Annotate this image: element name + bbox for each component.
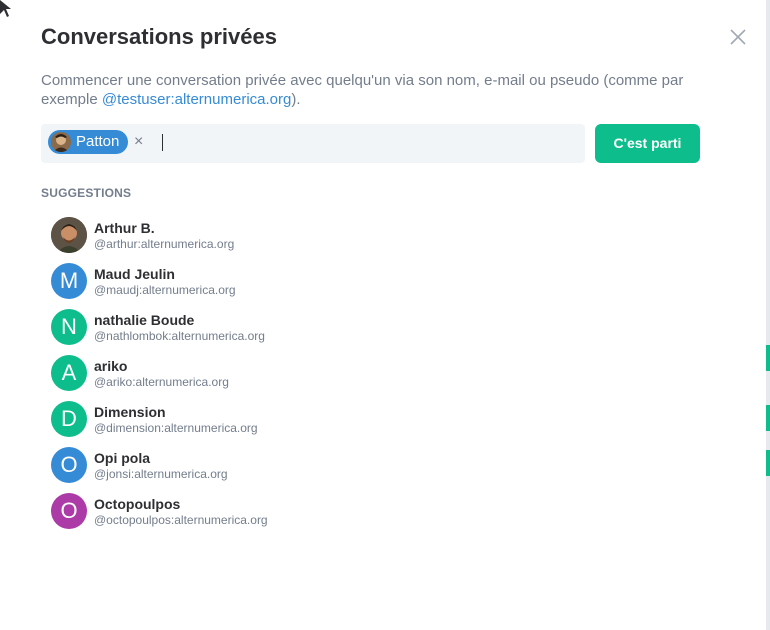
suggestion-user-id: @dimension:alternumerica.org [94, 421, 258, 435]
dialog-description: Commencer une conversation privée avec q… [41, 71, 721, 109]
suggestion-name: Dimension [94, 404, 166, 420]
dialog-title: Conversations privées [41, 24, 277, 49]
description-text-end: ). [291, 91, 301, 108]
background-edge [766, 0, 770, 630]
suggestion-user-id: @ariko:alternumerica.org [94, 375, 229, 389]
suggestion-user-id: @maudj:alternumerica.org [94, 283, 236, 297]
suggestion-name: Opi pola [94, 450, 150, 466]
suggestion-name: Octopoulpos [94, 496, 181, 512]
background-accent [766, 405, 770, 431]
example-user-link[interactable]: @testuser:alternumerica.org [102, 91, 291, 108]
background-accent [766, 345, 770, 371]
suggestion-user-id: @octopoulpos:alternumerica.org [94, 513, 268, 527]
text-caret [162, 134, 163, 151]
go-button[interactable]: C'est parti [595, 124, 700, 163]
suggestion-user-id: @nathlombok:alternumerica.org [94, 329, 265, 343]
suggestion-item[interactable]: D Dimension @dimension:alternumerica.org [51, 400, 551, 446]
pill-label: Patton [76, 133, 120, 150]
suggestion-name: Maud Jeulin [94, 266, 175, 282]
remove-icon[interactable]: × [134, 132, 143, 152]
avatar: M [51, 263, 87, 299]
avatar: O [51, 493, 87, 529]
avatar: N [51, 309, 87, 345]
avatar: A [51, 355, 87, 391]
suggestions-list: Arthur B. @arthur:alternumerica.org M Maud … [51, 216, 551, 538]
user-picker-input[interactable]: Patton × [41, 124, 585, 163]
suggestion-user-id: @arthur:alternumerica.org [94, 237, 235, 251]
suggestion-item[interactable]: Aariko @ariko:alternumerica.org [51, 354, 551, 400]
suggestion-item[interactable]: O Octopoulpos @octopoulpos:alternumerica.o… [51, 492, 551, 538]
suggestion-name: Arthur B. [94, 220, 155, 236]
suggestion-item[interactable]: O Opi pola @jonsi:alternumerica.org [51, 446, 551, 492]
suggestion-item[interactable]: Arthur B. @arthur:alternumerica.org [51, 216, 551, 262]
suggestion-item[interactable]: M Maud Jeulin @maudj:alternumerica.org [51, 262, 551, 308]
suggestions-heading: SUGGESTIONS [41, 186, 132, 200]
mouse-cursor-icon [0, 0, 11, 17]
close-icon[interactable] [728, 27, 748, 47]
avatar: D [51, 401, 87, 437]
avatar: O [51, 447, 87, 483]
background-accent [766, 450, 770, 476]
selected-user-pill[interactable]: Patton [48, 130, 129, 154]
suggestion-name: nathalie Boude [94, 312, 195, 328]
dm-dialog: Conversations privées Commencer une conv… [0, 0, 766, 630]
suggestion-item[interactable]: Nnathalie Boude @nathlombok:alternumerica… [51, 308, 551, 354]
suggestion-name: ariko [94, 358, 128, 374]
suggestion-user-id: @jonsi:alternumerica.org [94, 467, 228, 481]
avatar [51, 217, 87, 253]
avatar [51, 132, 71, 152]
